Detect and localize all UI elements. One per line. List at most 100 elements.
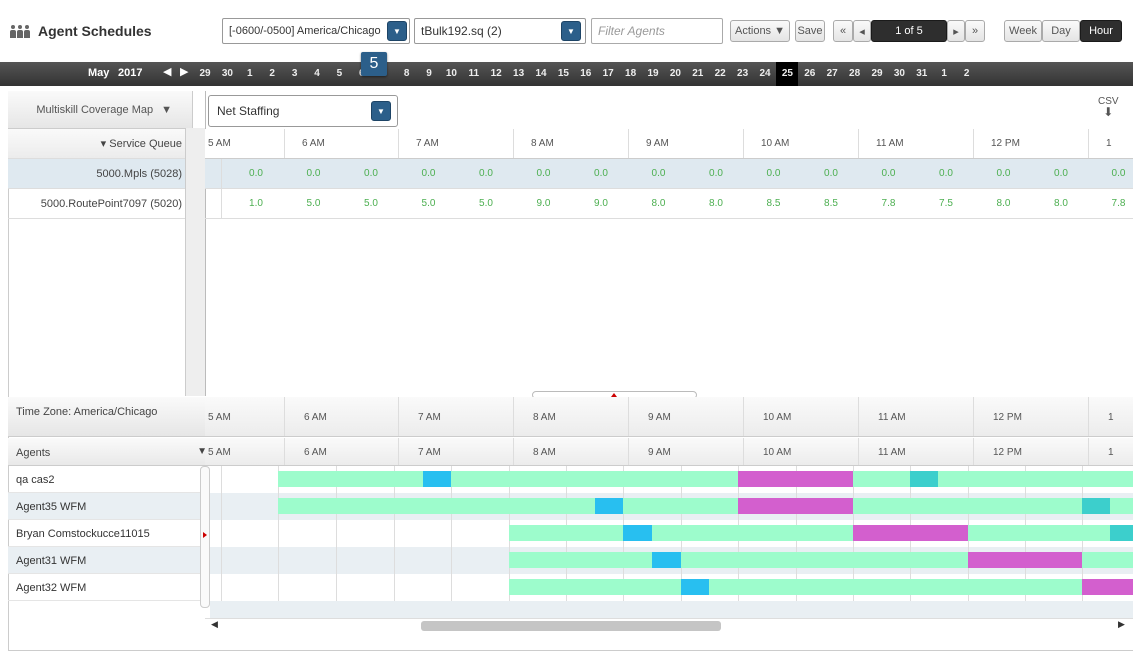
date-day[interactable]: 13 xyxy=(508,62,530,86)
lunch-segment[interactable] xyxy=(853,525,968,541)
break-segment[interactable] xyxy=(623,525,652,541)
agents-header[interactable]: Agents ▼ xyxy=(8,438,213,466)
first-page-icon[interactable]: « xyxy=(833,20,853,42)
date-day[interactable]: 25 xyxy=(776,62,799,86)
work-segment[interactable] xyxy=(652,525,853,541)
agent-row[interactable]: Agent31 WFM xyxy=(8,547,205,574)
date-day[interactable]: 15 xyxy=(552,62,574,86)
view-hour-button[interactable]: Hour xyxy=(1080,20,1122,42)
date-day[interactable]: 14 xyxy=(530,62,552,86)
date-day[interactable]: 1 xyxy=(933,62,955,86)
prev-month-icon[interactable]: ◀ xyxy=(163,65,171,78)
date-day[interactable]: 2 xyxy=(261,62,283,86)
schedule-row[interactable] xyxy=(210,520,1133,547)
lunch-segment[interactable] xyxy=(738,471,853,487)
date-day[interactable]: 17 xyxy=(597,62,619,86)
date-day[interactable]: 4 xyxy=(306,62,328,86)
upper-scrollbar[interactable] xyxy=(185,128,205,396)
other-segment[interactable] xyxy=(1110,525,1133,541)
scrollbar-thumb[interactable] xyxy=(421,621,721,631)
date-day[interactable]: 22 xyxy=(709,62,731,86)
work-segment[interactable] xyxy=(853,498,1082,514)
date-day[interactable]: 8 xyxy=(396,62,418,86)
work-segment[interactable] xyxy=(709,579,1082,595)
date-day[interactable]: 16 xyxy=(575,62,597,86)
save-button[interactable]: Save xyxy=(795,20,825,42)
schedule-row[interactable] xyxy=(210,466,1133,493)
break-segment[interactable] xyxy=(652,552,681,568)
lunch-segment[interactable] xyxy=(968,552,1082,568)
date-day[interactable]: 23 xyxy=(732,62,754,86)
date-day[interactable]: 27 xyxy=(821,62,843,86)
scroll-left-icon[interactable]: ◀ xyxy=(211,619,218,630)
date-day[interactable]: 18 xyxy=(620,62,642,86)
chevron-down-icon[interactable]: ▼ xyxy=(371,101,391,121)
work-segment[interactable] xyxy=(1110,498,1133,514)
lunch-segment[interactable] xyxy=(738,498,853,514)
file-select[interactable]: tBulk192.sq (2) ▼ xyxy=(414,18,586,44)
agent-row[interactable]: Bryan Comstockucce11015 xyxy=(8,520,205,547)
work-segment[interactable] xyxy=(451,471,738,487)
prev-page-icon[interactable]: ◂ xyxy=(853,20,871,42)
selected-day-popup[interactable]: 5 xyxy=(361,52,387,76)
date-day[interactable]: 29 xyxy=(194,62,216,86)
queue-row[interactable]: 5000.RoutePoint7097 (5020) xyxy=(8,189,192,219)
work-segment[interactable] xyxy=(938,471,1133,487)
metric-select[interactable]: Net Staffing ▼ xyxy=(208,95,398,127)
date-day[interactable]: 30 xyxy=(216,62,238,86)
date-day[interactable]: 9 xyxy=(418,62,440,86)
work-segment[interactable] xyxy=(623,498,738,514)
csv-export-button[interactable]: CSV ⬇ xyxy=(1098,97,1119,119)
coverage-map-select[interactable]: Multiskill Coverage Map ▼ xyxy=(8,91,192,129)
timezone-select[interactable]: [-0600/-0500] America/Chicago ▼ xyxy=(222,18,410,44)
date-day[interactable]: 20 xyxy=(664,62,686,86)
date-day[interactable]: 31 xyxy=(911,62,933,86)
date-day[interactable]: 1 xyxy=(239,62,261,86)
lunch-segment[interactable] xyxy=(1082,579,1133,595)
work-segment[interactable] xyxy=(278,498,595,514)
work-segment[interactable] xyxy=(681,552,968,568)
view-day-button[interactable]: Day xyxy=(1042,20,1080,42)
schedule-row[interactable] xyxy=(210,493,1133,520)
work-segment[interactable] xyxy=(278,471,423,487)
date-day[interactable]: 5 xyxy=(328,62,350,86)
actions-button[interactable]: Actions ▼ xyxy=(730,20,790,42)
agent-row[interactable]: Agent32 WFM xyxy=(8,574,205,601)
work-segment[interactable] xyxy=(853,471,910,487)
work-segment[interactable] xyxy=(968,525,1110,541)
other-segment[interactable] xyxy=(1082,498,1110,514)
date-day[interactable]: 28 xyxy=(844,62,866,86)
agent-row[interactable]: Agent35 WFM xyxy=(8,493,205,520)
service-queue-header[interactable]: ▾ Service Queue xyxy=(8,129,192,159)
break-segment[interactable] xyxy=(423,471,451,487)
date-day[interactable]: 21 xyxy=(687,62,709,86)
scroll-right-icon[interactable]: ▶ xyxy=(1118,619,1125,630)
last-page-icon[interactable]: » xyxy=(965,20,985,42)
work-segment[interactable] xyxy=(1082,552,1133,568)
filter-agents-input[interactable]: Filter Agents xyxy=(591,18,723,44)
date-day[interactable]: 11 xyxy=(463,62,485,86)
chevron-down-icon[interactable]: ▼ xyxy=(387,21,407,41)
date-day[interactable]: 2 xyxy=(956,62,978,86)
queue-row[interactable]: 5000.Mpls (5028) xyxy=(8,159,192,189)
next-page-icon[interactable]: ▸ xyxy=(947,20,965,42)
date-day[interactable]: 29 xyxy=(866,62,888,86)
work-segment[interactable] xyxy=(509,525,623,541)
date-day[interactable]: 19 xyxy=(642,62,664,86)
date-day[interactable]: 3 xyxy=(284,62,306,86)
next-month-icon[interactable]: ▶ xyxy=(180,65,188,78)
work-segment[interactable] xyxy=(509,552,652,568)
date-day[interactable]: 12 xyxy=(485,62,507,86)
agent-row[interactable]: qa cas2 xyxy=(8,466,205,493)
other-segment[interactable] xyxy=(910,471,938,487)
date-day[interactable]: 30 xyxy=(888,62,910,86)
work-segment[interactable] xyxy=(509,579,681,595)
schedule-row[interactable] xyxy=(210,547,1133,574)
view-week-button[interactable]: Week xyxy=(1004,20,1042,42)
date-day[interactable]: 26 xyxy=(799,62,821,86)
date-day[interactable]: 10 xyxy=(440,62,462,86)
break-segment[interactable] xyxy=(595,498,623,514)
schedule-row[interactable] xyxy=(210,574,1133,601)
break-segment[interactable] xyxy=(681,579,709,595)
date-day[interactable]: 24 xyxy=(754,62,776,86)
